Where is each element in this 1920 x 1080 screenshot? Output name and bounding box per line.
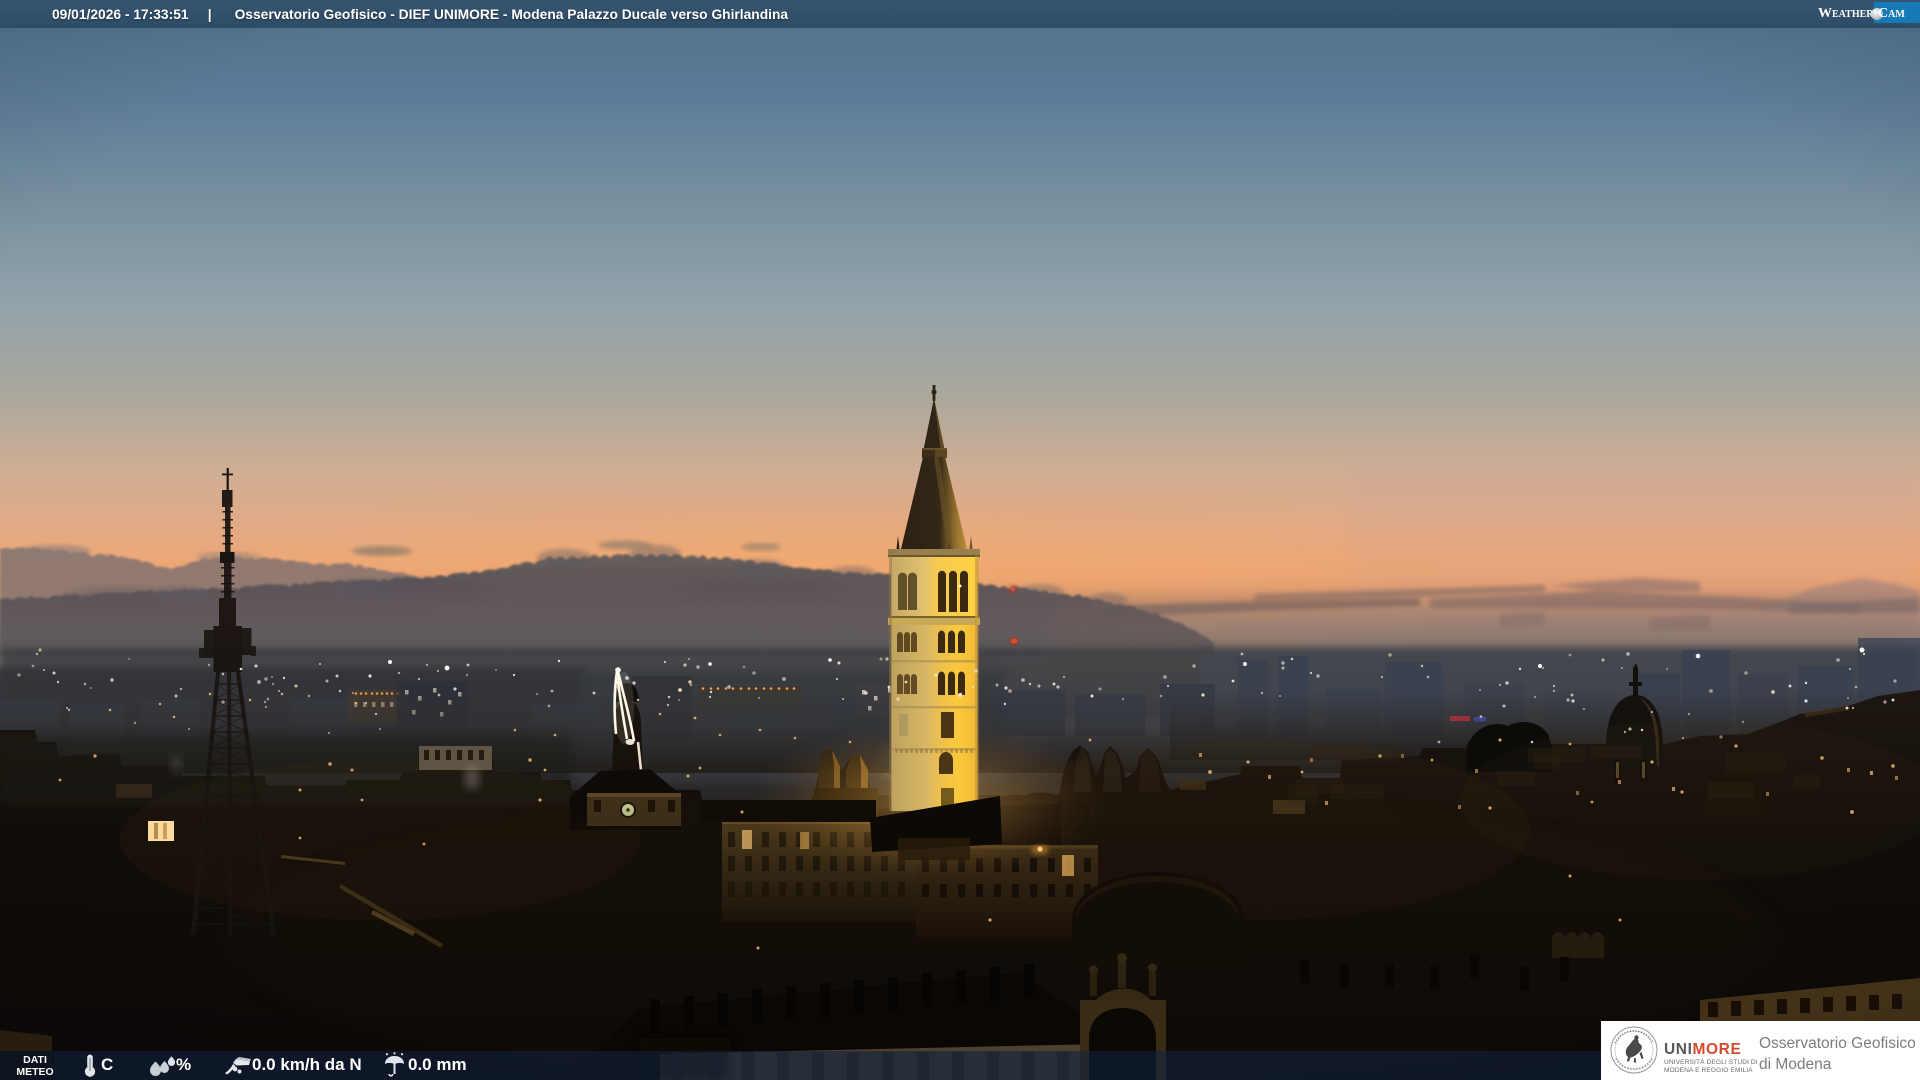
- svg-text:MODENA E REGGIO EMILIA: MODENA E REGGIO EMILIA: [1664, 1067, 1753, 1074]
- svg-text:UNIMORE: UNIMORE: [1664, 1041, 1741, 1058]
- svg-text:di Modena: di Modena: [1759, 1056, 1832, 1073]
- svg-text:Osservatorio Geofisico: Osservatorio Geofisico: [1759, 1035, 1916, 1052]
- svg-text:UNIVERSITÀ DEGLI STUDI DI: UNIVERSITÀ DEGLI STUDI DI: [1664, 1057, 1758, 1066]
